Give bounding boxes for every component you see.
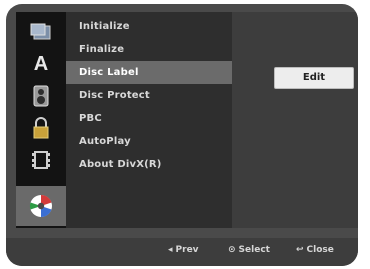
- prev-label: Prev: [175, 245, 199, 255]
- disc-icon[interactable]: [16, 16, 66, 48]
- setup-menu-screen: A Initialize Finalize Disc Label Disc Pr…: [6, 4, 358, 266]
- footer-hint-bar: ◂ Prev ⊙ Select ↩ Close: [6, 238, 358, 266]
- select-label: Select: [238, 245, 270, 255]
- language-icon[interactable]: A: [16, 48, 66, 80]
- menu-item-finalize[interactable]: Finalize: [66, 38, 232, 61]
- menu-item-disc-label[interactable]: Disc Label: [66, 61, 232, 84]
- menu-item-pbc[interactable]: PBC: [66, 107, 232, 130]
- prev-hint[interactable]: ◂ Prev: [168, 245, 199, 255]
- close-label: Close: [306, 245, 334, 255]
- menu-item-autoplay[interactable]: AutoPlay: [66, 130, 232, 153]
- recording-icon[interactable]: [16, 144, 66, 176]
- edit-button[interactable]: Edit: [274, 67, 354, 89]
- disc-menu-panel: Initialize Finalize Disc Label Disc Prot…: [66, 12, 232, 228]
- select-hint[interactable]: ⊙ Select: [228, 245, 270, 255]
- close-hint[interactable]: ↩ Close: [296, 245, 334, 255]
- lock-icon[interactable]: [16, 112, 66, 144]
- language-glyph: A: [33, 52, 49, 75]
- prev-arrow-icon: ◂: [168, 245, 173, 255]
- return-icon: ↩: [296, 245, 304, 255]
- menu-item-disc-protect[interactable]: Disc Protect: [66, 84, 232, 107]
- menu-item-about-divx[interactable]: About DivX(R): [66, 153, 232, 176]
- category-sidebar: A: [16, 12, 66, 228]
- select-circle-icon: ⊙: [228, 245, 236, 255]
- disc-setup-icon[interactable]: [16, 186, 66, 226]
- audio-icon[interactable]: [16, 80, 66, 112]
- menu-item-initialize[interactable]: Initialize: [66, 15, 232, 38]
- option-panel: Edit: [232, 12, 358, 228]
